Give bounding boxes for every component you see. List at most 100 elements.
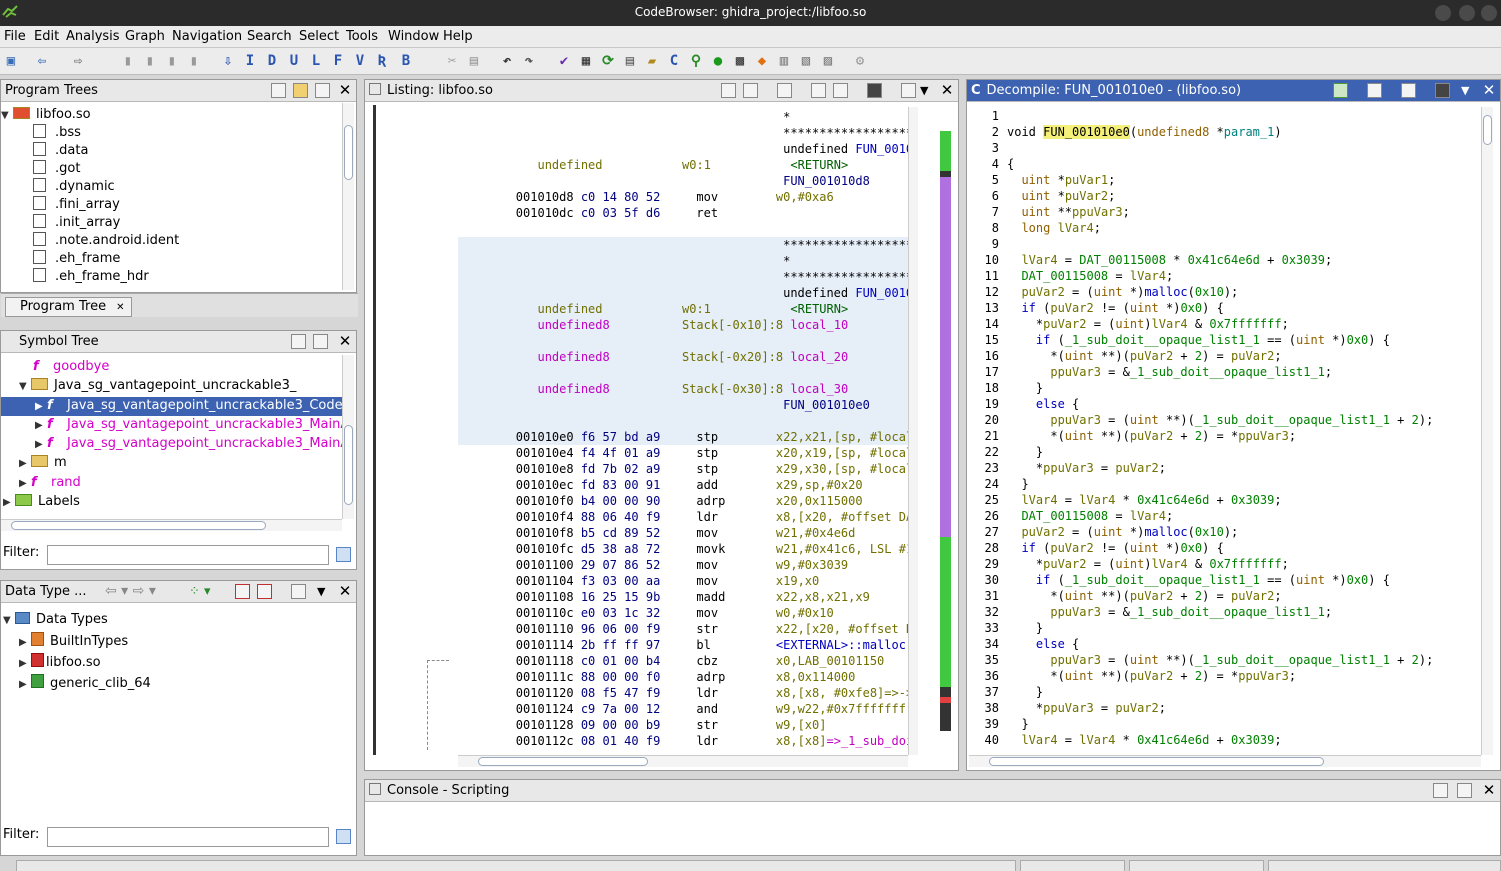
dt-collapse-icon[interactable] bbox=[291, 584, 306, 599]
maximize-button[interactable] bbox=[1459, 5, 1475, 21]
decompile-line[interactable]: 15 if (_1_sub_doit__opaque_list1_1 == (u… bbox=[969, 332, 1390, 348]
decompile-line[interactable]: 12 puVar2 = (uint *)malloc(0x10); bbox=[969, 284, 1239, 300]
listing-line[interactable]: ****************************************… bbox=[458, 237, 908, 253]
undo-icon[interactable]: ↶ bbox=[499, 53, 515, 69]
decompile-hscrollbar[interactable] bbox=[969, 755, 1481, 767]
decompile-line[interactable]: 25 lVar4 = lVar4 * 0x41c64e6d + 0x3039; bbox=[969, 492, 1282, 508]
new-tree-icon[interactable] bbox=[271, 83, 286, 98]
decompile-line[interactable]: 17 ppuVar3 = &_1_sub_doit__opaque_list1_… bbox=[969, 364, 1333, 380]
forward-icon[interactable]: ⇨ bbox=[70, 53, 86, 69]
tree-options-icon[interactable] bbox=[315, 83, 330, 98]
menu-file[interactable]: File bbox=[4, 29, 26, 44]
decompile-edit-icon[interactable] bbox=[1401, 83, 1416, 98]
decompile-line[interactable]: 1 bbox=[969, 108, 1007, 124]
listing-line[interactable]: 001010e0 f6 57 bd a9 stp x22,x21,[sp, #l… bbox=[458, 429, 908, 445]
symbol-tree-hscrollbar[interactable] bbox=[1, 519, 342, 531]
refresh-icon[interactable]: ⟳ bbox=[600, 53, 616, 69]
decompile-line[interactable]: 11 DAT_00115008 = lVar4; bbox=[969, 268, 1174, 284]
symbol-item-goodbye[interactable]: f goodbye bbox=[1, 358, 342, 377]
listing-line[interactable]: undefined8 Stack[-0x20]:8 local_20 bbox=[458, 349, 908, 365]
dt-arrange-icon[interactable]: ⁘ ▾ bbox=[189, 581, 211, 602]
close-data-types-icon[interactable]: ✕ bbox=[337, 582, 353, 600]
listing-line[interactable]: undefined FUN_001010d8() bbox=[458, 141, 908, 157]
decompile-line[interactable]: 36 *(uint **)(puVar2 + 2) = *ppuVar3; bbox=[969, 668, 1297, 684]
nav-prev2-icon[interactable]: ▮ bbox=[164, 53, 180, 69]
symbol-item-rand[interactable]: ▶ f rand bbox=[1, 474, 342, 493]
cut-icon[interactable]: ✂ bbox=[444, 53, 460, 69]
listing-line[interactable]: ****************************************… bbox=[458, 269, 908, 285]
filter-options-icon[interactable] bbox=[336, 547, 351, 562]
folder-icon[interactable]: ▰ bbox=[644, 53, 660, 69]
listing-line[interactable]: 001010fc d5 38 a8 72 movk w21,#0x41c6, L… bbox=[458, 541, 908, 557]
listing-line[interactable]: 0010112c 08 01 40 f9 ldr x8,[x8]=>_1_sub… bbox=[458, 733, 908, 749]
symbol-item-mainactivity[interactable]: ▶ f Java_sg_vantagepoint_uncrackable3_Main… bbox=[1, 435, 342, 454]
symbol-labels-folder[interactable]: ▶ Labels bbox=[1, 493, 342, 512]
listing-line[interactable] bbox=[458, 365, 908, 381]
listing-line[interactable] bbox=[458, 333, 908, 349]
nav-label-icon[interactable]: L bbox=[308, 53, 324, 69]
listing-line[interactable] bbox=[458, 221, 908, 237]
menu-search[interactable]: Search bbox=[247, 29, 292, 44]
listing-line[interactable]: 00101100 29 07 86 52 mov w9,#0x3039 bbox=[458, 557, 908, 573]
tree-item[interactable]: .eh_frame_hdr bbox=[1, 268, 342, 287]
listing-line[interactable]: 001010f0 b4 00 00 90 adrp x20,0x115000 bbox=[458, 493, 908, 509]
listing-line[interactable]: 00101128 09 00 00 b9 str w9,[x0] bbox=[458, 717, 908, 733]
decompile-line[interactable]: 27 puVar2 = (uint *)malloc(0x10); bbox=[969, 524, 1239, 540]
menu-help[interactable]: Help bbox=[443, 29, 473, 44]
decompile-line[interactable]: 6 uint *puVar2; bbox=[969, 188, 1116, 204]
listing-line[interactable]: 0010110c e0 03 1c 32 mov w0,#0x10 bbox=[458, 605, 908, 621]
listing-line[interactable]: 0010111c 88 00 00 f0 adrp x8,0x114000 bbox=[458, 669, 908, 685]
nav-next-icon[interactable]: ▮ bbox=[142, 53, 158, 69]
listing-menu-icon[interactable]: ▼ bbox=[920, 80, 928, 101]
listing-line[interactable]: 001010dc c0 03 5f d6 ret bbox=[458, 205, 908, 221]
symbol-tree-vscrollbar[interactable] bbox=[342, 355, 354, 519]
listing-line[interactable]: 001010e4 f4 4f 01 a9 stp x20,x19,[sp, #l… bbox=[458, 445, 908, 461]
snapshot-icon[interactable] bbox=[867, 83, 882, 98]
field-layout-icon[interactable] bbox=[811, 83, 826, 98]
back-icon[interactable]: ⇦ bbox=[34, 53, 50, 69]
listing-line[interactable]: 00101120 08 f5 47 f9 ldr x8,[x8, #0xfe8]… bbox=[458, 685, 908, 701]
decompile-line[interactable]: 2 void FUN_001010e0(undefined8 *param_1) bbox=[969, 124, 1282, 140]
decompile-line[interactable]: 14 *puVar2 = (uint)lVar4 & 0x7fffffff; bbox=[969, 316, 1289, 332]
listing-line[interactable]: * FUNCTION bbox=[458, 109, 908, 125]
decompile-line[interactable]: 39 } bbox=[969, 716, 1029, 732]
decompile-refresh-icon[interactable] bbox=[1333, 83, 1348, 98]
listing-line[interactable]: 00101108 16 25 15 9b madd x22,x8,x21,x9 bbox=[458, 589, 908, 605]
close-window-button[interactable] bbox=[1481, 5, 1497, 21]
listing-hscrollbar[interactable] bbox=[458, 755, 908, 767]
listing-code-area[interactable]: * FUNCTION *****************************… bbox=[458, 107, 908, 755]
tab-close-icon[interactable]: ✕ bbox=[116, 302, 124, 313]
plugin-icon[interactable]: ⚙ bbox=[852, 53, 868, 69]
listing-line[interactable]: 00101114 2b ff ff 97 bl <EXTERNAL>::mall… bbox=[458, 637, 908, 653]
listing-line[interactable]: undefined8 Stack[-0x10]:8 local_10 bbox=[458, 317, 908, 333]
paste-icon[interactable]: ▤ bbox=[466, 53, 482, 69]
listing-vscrollbar[interactable] bbox=[908, 107, 918, 755]
open-folder-icon[interactable] bbox=[293, 83, 308, 98]
listing-line[interactable]: FUN_001010d8 bbox=[458, 173, 908, 189]
listing-line[interactable]: 001010f4 88 06 40 f9 ldr x8,[x20, #offse… bbox=[458, 509, 908, 525]
close-decompile-icon[interactable]: ✕ bbox=[1481, 81, 1497, 99]
decompile-line[interactable]: 19 else { bbox=[969, 396, 1080, 412]
listing-line[interactable]: undefined w0:1 <RETURN> bbox=[458, 157, 908, 173]
decompile-line[interactable]: 20 ppuVar3 = (uint **)(_1_sub_doit__opaq… bbox=[969, 412, 1434, 428]
nav-instruction-icon[interactable]: I bbox=[242, 53, 258, 69]
dt-filter-icon[interactable] bbox=[235, 584, 250, 599]
tree-icon[interactable]: ⚲ bbox=[688, 53, 704, 69]
listing-line[interactable]: FUN_001010e0 bbox=[458, 397, 908, 413]
listing-line[interactable] bbox=[458, 413, 908, 429]
export-icon[interactable]: ▨ bbox=[820, 53, 836, 69]
save-icon[interactable]: ▣ bbox=[3, 53, 19, 69]
decompile-line[interactable]: 30 if (_1_sub_doit__opaque_list1_1 == (u… bbox=[969, 572, 1390, 588]
console-clear-icon[interactable] bbox=[1457, 783, 1472, 798]
tree-item[interactable]: .eh_frame bbox=[1, 250, 342, 269]
decompile-line[interactable]: 9 bbox=[969, 236, 1007, 252]
decompile-line[interactable]: 31 *(uint **)(puVar2 + 2) = puVar2; bbox=[969, 588, 1282, 604]
decompile-line[interactable]: 10 lVar4 = DAT_00115008 * 0x41c64e6d + 0… bbox=[969, 252, 1333, 268]
paste-listing-icon[interactable] bbox=[743, 83, 758, 98]
listing-line[interactable]: 00101104 f3 03 00 aa mov x19,x0 bbox=[458, 573, 908, 589]
nav-prev-icon[interactable]: ▮ bbox=[120, 53, 136, 69]
dt-archive-libfoo[interactable]: ▶ libfoo.so bbox=[1, 653, 342, 672]
dt-filter-options-icon[interactable] bbox=[336, 829, 351, 844]
listing-line[interactable]: undefined w0:1 <RETURN> bbox=[458, 301, 908, 317]
close-symbol-tree-icon[interactable]: ✕ bbox=[337, 332, 353, 350]
